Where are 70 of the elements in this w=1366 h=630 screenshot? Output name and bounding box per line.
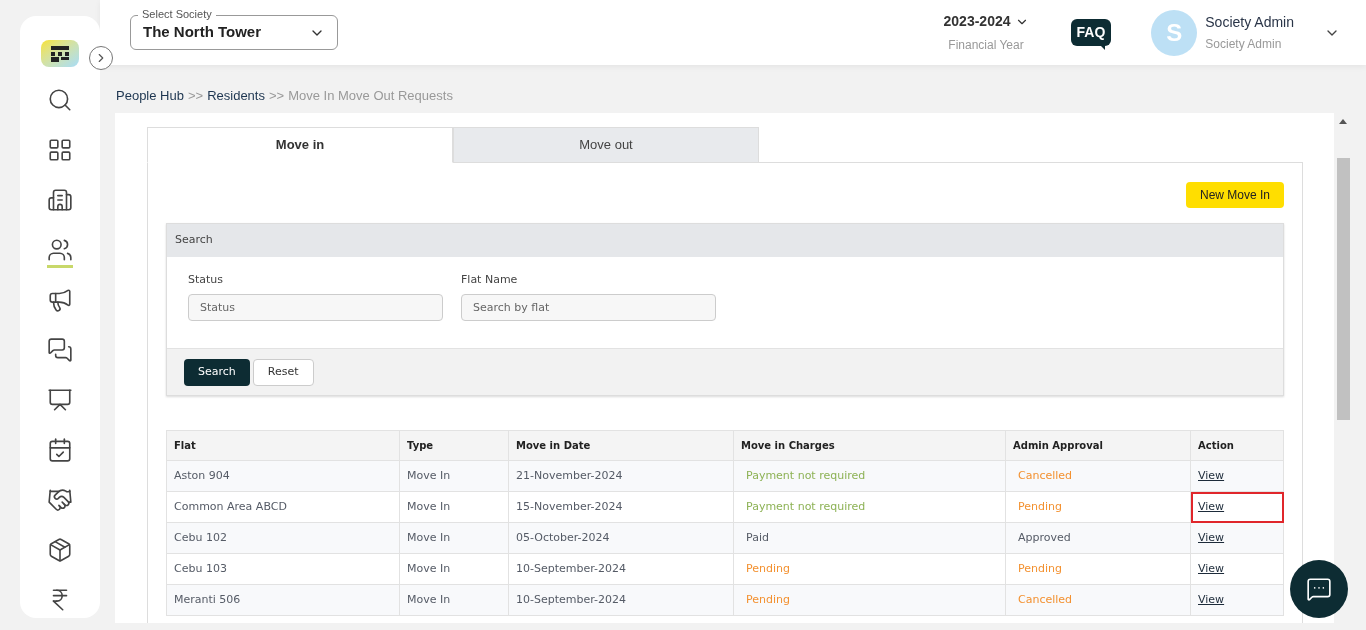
new-move-in-button[interactable]: New Move In — [1185, 181, 1284, 208]
search-button[interactable]: Search — [184, 358, 250, 386]
status-cell: Payment not required — [733, 460, 1006, 492]
avatar: S — [1151, 9, 1198, 56]
status-cell: Paid — [733, 522, 1006, 554]
table-cell: Move In — [399, 491, 509, 523]
tab[interactable]: Move out — [453, 126, 759, 163]
megaphone-icon — [47, 287, 73, 313]
user-name: Society Admin — [1205, 13, 1294, 32]
table-cell: 10-September-2024 — [508, 584, 734, 616]
search-card-title: Search — [167, 223, 1283, 257]
status-cell: Pending — [733, 584, 1006, 616]
people-icon — [47, 237, 73, 263]
year-value: 2023-2024 — [943, 12, 1011, 31]
status-cell: Cancelled — [1005, 460, 1191, 492]
table-cell: Cebu 102 — [166, 522, 400, 554]
status-cell: Approved — [1005, 522, 1191, 554]
user-role: Society Admin — [1205, 36, 1283, 53]
column-header: Move in Date — [508, 430, 734, 461]
table-cell: 15-November-2024 — [508, 491, 734, 523]
year-caption: Financial Year — [948, 37, 1024, 54]
breadcrumb-item[interactable]: Residents — [207, 86, 265, 106]
input-field[interactable]: Status — [188, 294, 443, 321]
input-field[interactable]: Search by flat — [461, 294, 716, 321]
calendar-icon — [47, 437, 73, 463]
view-link[interactable]: View — [1198, 561, 1225, 575]
box-icon — [47, 537, 73, 563]
table-cell: 10-September-2024 — [508, 553, 734, 585]
status-cell: Pending — [733, 553, 1006, 585]
search-icon — [47, 87, 73, 113]
reset-button[interactable]: Reset — [252, 358, 314, 386]
table-cell: Aston 904 — [166, 460, 400, 492]
table-cell: Common Area ABCD — [166, 491, 400, 523]
status-cell: Payment not required — [733, 491, 1006, 523]
table-cell: 05-October-2024 — [508, 522, 734, 554]
table-cell: Move In — [399, 553, 509, 585]
column-header: Move in Charges — [733, 430, 1006, 461]
column-header: Admin Approval — [1005, 430, 1191, 461]
sidebar-item[interactable] — [47, 237, 73, 268]
year-select[interactable]: 2023-2024 Financial Year — [943, 11, 1029, 54]
view-link[interactable]: View — [1198, 468, 1225, 482]
breadcrumb-item[interactable]: People Hub — [116, 86, 184, 106]
status-cell: Pending — [1005, 553, 1191, 585]
select-label: Select Society — [138, 9, 216, 20]
table-cell: Meranti 506 — [166, 584, 400, 616]
table-cell: Cebu 103 — [166, 553, 400, 585]
table-cell: Move In — [399, 460, 509, 492]
handshake-icon — [47, 487, 73, 513]
column-header: Action — [1190, 430, 1284, 461]
table-cell: 21-November-2024 — [508, 460, 734, 492]
grid-icon — [47, 137, 73, 163]
field-label: Status — [188, 271, 225, 288]
status-cell: Pending — [1005, 491, 1191, 523]
tab[interactable]: Move in — [147, 126, 453, 163]
breadcrumb-separator: >> — [187, 87, 204, 105]
chat-bubbles-icon — [47, 337, 73, 363]
chat-icon — [1306, 576, 1332, 602]
logo-icon — [49, 43, 71, 64]
table-cell: Move In — [399, 522, 509, 554]
status-cell: Cancelled — [1005, 584, 1191, 616]
field-label: Flat Name — [461, 271, 519, 288]
column-header: Flat — [166, 430, 400, 461]
view-link[interactable]: View — [1198, 530, 1225, 544]
table-cell: Move In — [399, 584, 509, 616]
view-link[interactable]: View — [1198, 592, 1225, 606]
view-link[interactable]: View — [1198, 499, 1225, 513]
column-header: Type — [399, 430, 509, 461]
building-icon — [47, 187, 73, 213]
select-value: The North Tower — [143, 22, 262, 43]
breadcrumb-separator: >> — [268, 87, 285, 105]
